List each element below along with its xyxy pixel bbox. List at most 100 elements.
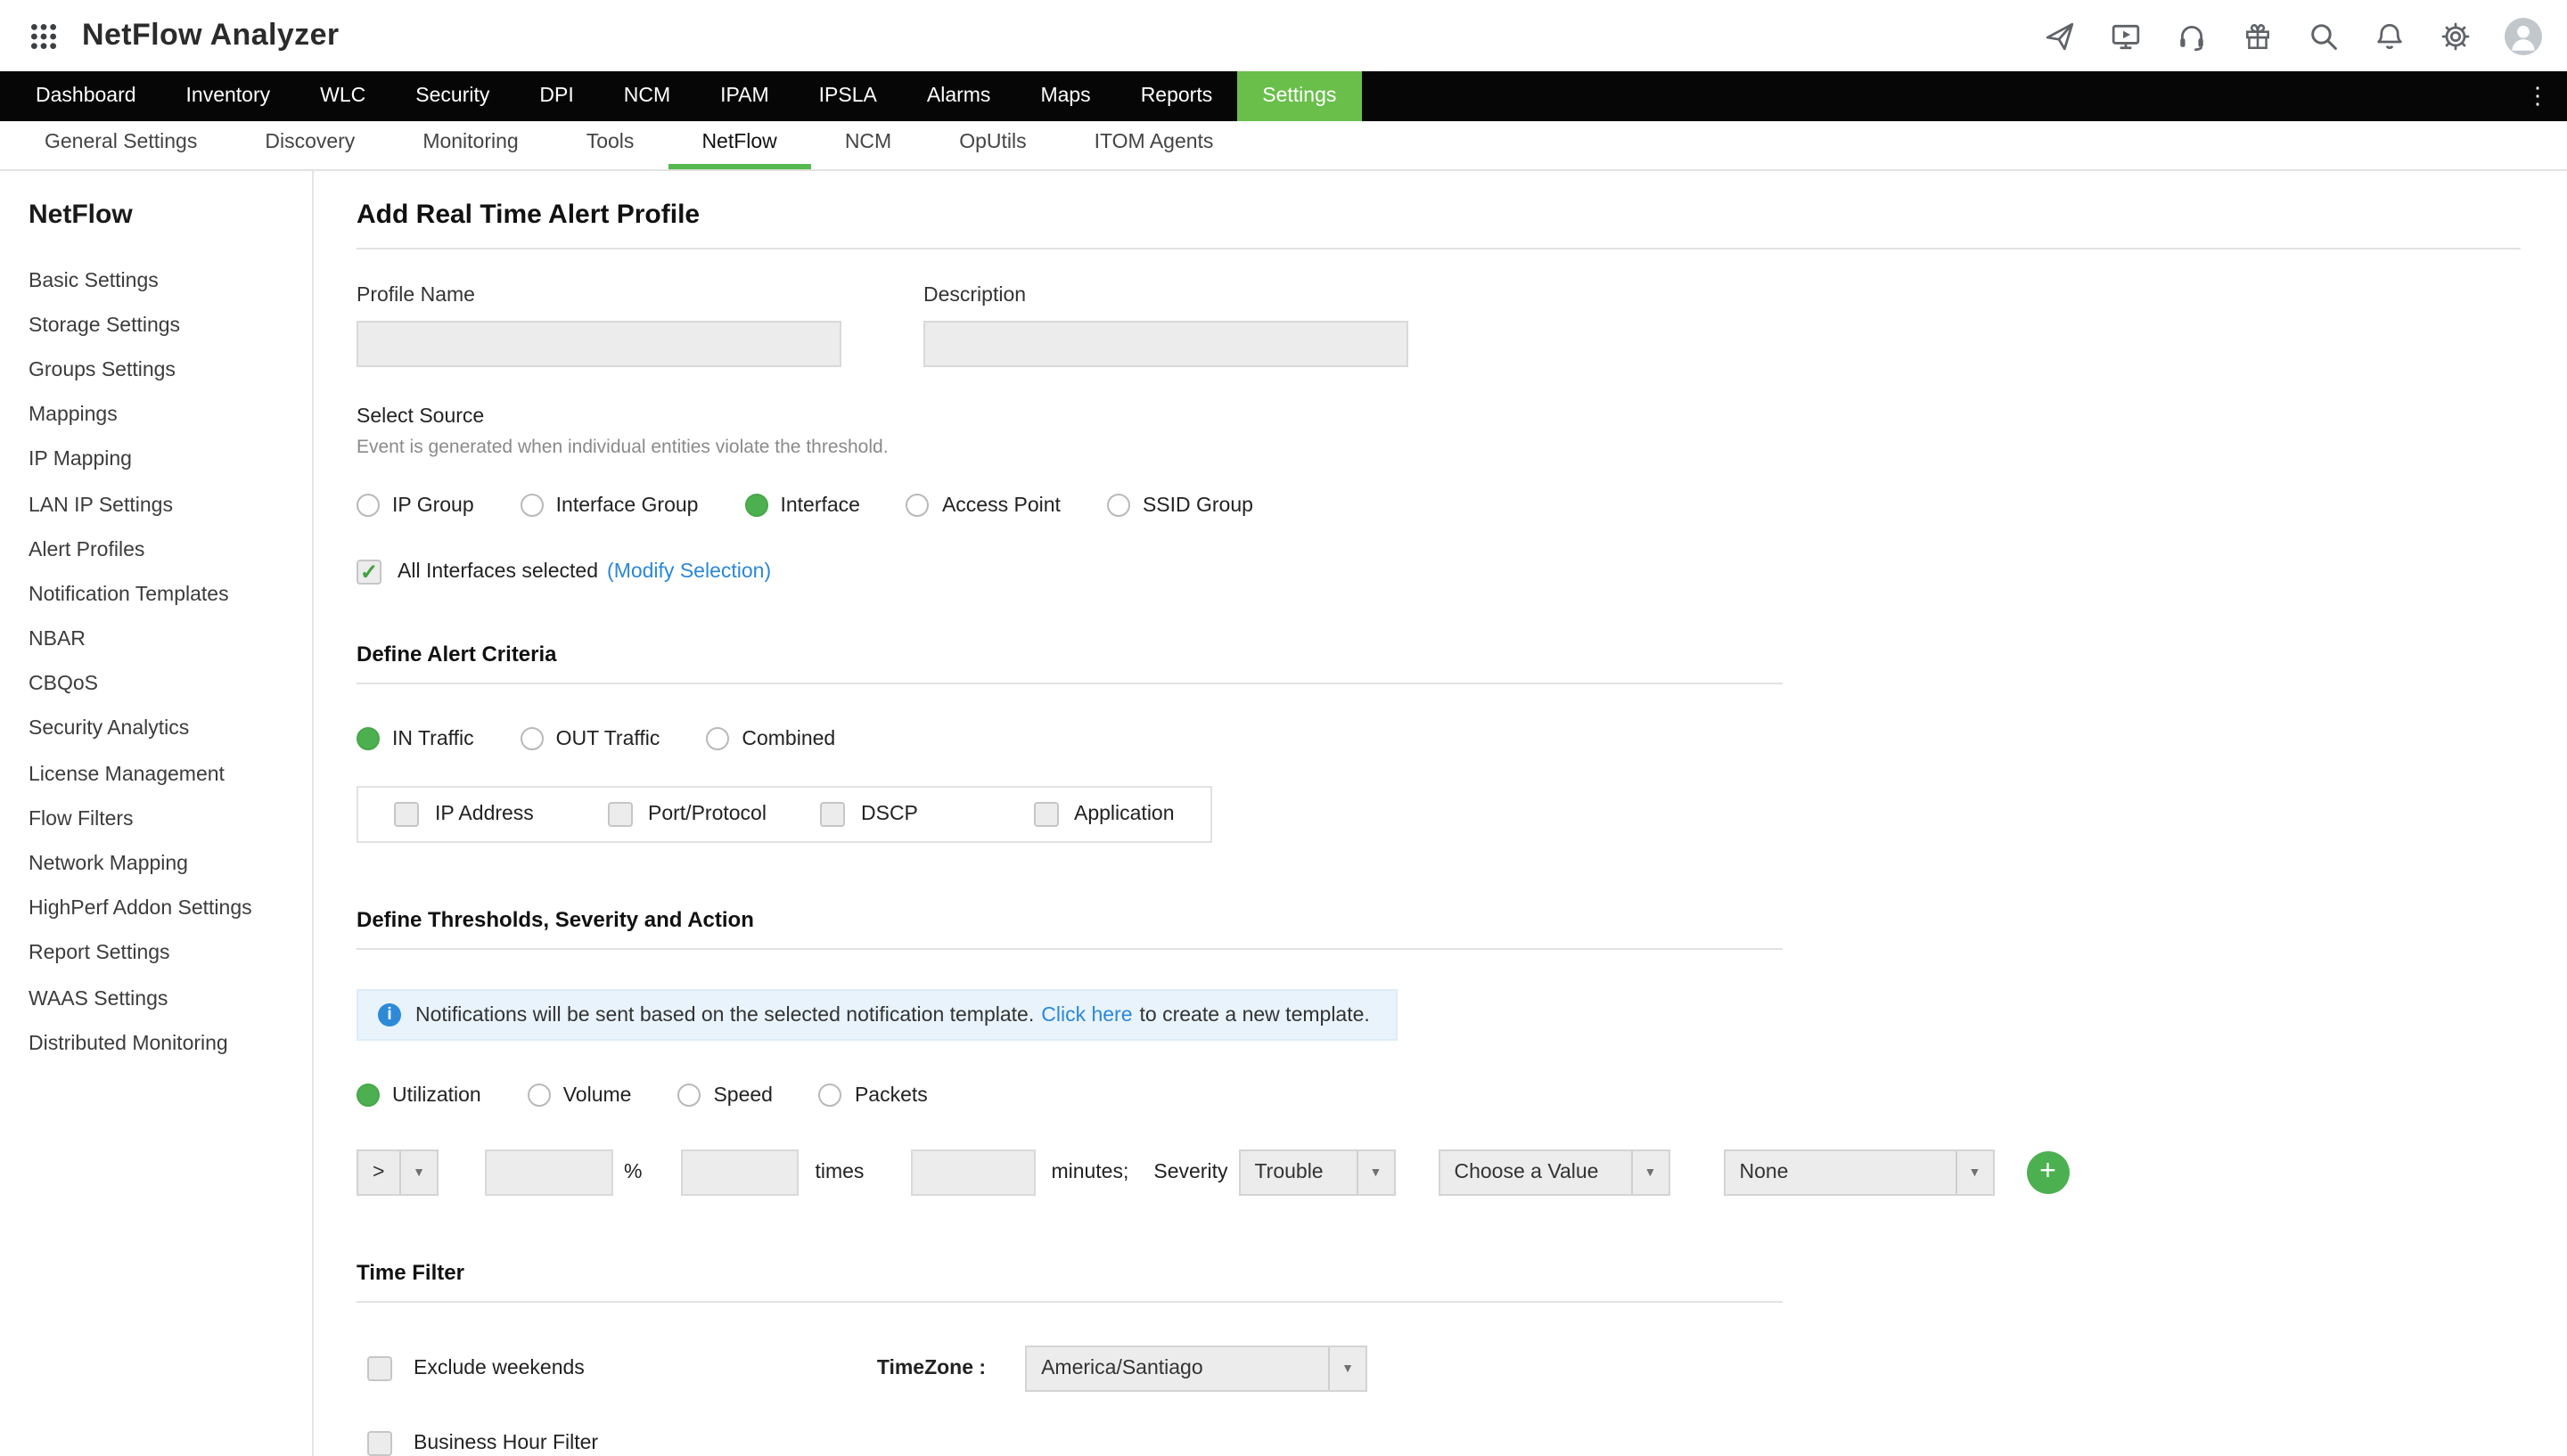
nav-tab-alarms[interactable]: Alarms xyxy=(902,71,1016,121)
all-interfaces-checkbox[interactable] xyxy=(357,560,381,585)
sidebar-item-security-analytics[interactable]: Security Analytics xyxy=(29,708,312,752)
threshold-value-input[interactable] xyxy=(485,1149,613,1196)
criteria-application[interactable]: Application xyxy=(997,802,1210,827)
subnav-tab-itom-agents[interactable]: ITOM Agents xyxy=(1061,121,1248,169)
criteria-ip-address[interactable]: IP Address xyxy=(358,802,571,827)
subnav-tab-ncm[interactable]: NCM xyxy=(811,121,925,169)
sidebar-item-flow-filters[interactable]: Flow Filters xyxy=(29,798,312,842)
nav-tab-maps[interactable]: Maps xyxy=(1015,71,1115,121)
gift-icon[interactable] xyxy=(2241,20,2273,52)
metric-option-speed[interactable]: Speed xyxy=(677,1084,773,1107)
sidebar-item-waas-settings[interactable]: WAAS Settings xyxy=(29,977,312,1021)
traffic-option-combined[interactable]: Combined xyxy=(706,727,835,750)
radio-checked-icon xyxy=(357,727,380,750)
subnav-tab-monitoring[interactable]: Monitoring xyxy=(389,121,552,169)
checkbox-icon xyxy=(394,802,419,827)
sidebar-item-groups-settings[interactable]: Groups Settings xyxy=(29,348,312,393)
radio-icon xyxy=(357,494,380,517)
settings-subnav: General Settings Discovery Monitoring To… xyxy=(0,121,2567,171)
sidebar-item-highperf-addon-settings[interactable]: HighPerf Addon Settings xyxy=(29,887,312,931)
source-option-interface-group[interactable]: Interface Group xyxy=(521,494,699,517)
nav-tab-security[interactable]: Security xyxy=(390,71,514,121)
radio-icon xyxy=(819,1084,842,1107)
sidebar-item-network-mapping[interactable]: Network Mapping xyxy=(29,842,312,887)
exclude-weekends-checkbox[interactable] xyxy=(367,1356,392,1381)
app-window: NetFlow Analyzer xyxy=(0,0,2567,1454)
operator-dropdown[interactable]: > ▼ xyxy=(357,1149,439,1196)
timezone-dropdown[interactable]: America/Santiago ▼ xyxy=(1025,1346,1367,1392)
business-hour-checkbox[interactable] xyxy=(367,1431,392,1456)
nav-tab-dashboard[interactable]: Dashboard xyxy=(11,71,161,121)
criteria-port-protocol[interactable]: Port/Protocol xyxy=(571,802,784,827)
sidebar-item-alert-profiles[interactable]: Alert Profiles xyxy=(29,528,312,572)
threshold-config-row: > ▼ % times minutes; Severity Trouble ▼ … xyxy=(357,1149,2521,1196)
source-option-interface[interactable]: Interface xyxy=(744,494,860,517)
sidebar-item-storage-settings[interactable]: Storage Settings xyxy=(29,303,312,348)
nav-tab-wlc[interactable]: WLC xyxy=(295,71,390,121)
sidebar-item-ip-mapping[interactable]: IP Mapping xyxy=(29,438,312,483)
sidebar-item-lan-ip-settings[interactable]: LAN IP Settings xyxy=(29,483,312,528)
time-filter-heading: Time Filter xyxy=(357,1260,2521,1285)
metric-option-utilization[interactable]: Utilization xyxy=(357,1084,481,1107)
demo-screen-icon[interactable] xyxy=(2109,20,2141,52)
chevron-down-icon: ▼ xyxy=(1955,1151,1992,1194)
subnav-tab-tools[interactable]: Tools xyxy=(553,121,668,169)
add-threshold-button[interactable]: + xyxy=(2026,1151,2069,1194)
subnav-tab-general-settings[interactable]: General Settings xyxy=(11,121,231,169)
criteria-dscp[interactable]: DSCP xyxy=(784,802,997,827)
source-option-ssid-group[interactable]: SSID Group xyxy=(1107,494,1253,517)
sidebar-title: NetFlow xyxy=(29,200,312,230)
subnav-tab-oputils[interactable]: OpUtils xyxy=(925,121,1060,169)
minutes-label: minutes; xyxy=(1051,1162,1128,1183)
metric-option-volume[interactable]: Volume xyxy=(528,1084,632,1107)
sidebar-item-nbar[interactable]: NBAR xyxy=(29,618,312,662)
notice-text: Notifications will be sent based on the … xyxy=(415,1004,1034,1026)
nav-tab-ipsla[interactable]: IPSLA xyxy=(794,71,902,121)
description-label: Description xyxy=(923,285,1408,307)
nav-tab-reports[interactable]: Reports xyxy=(1116,71,1238,121)
sidebar-item-cbqos[interactable]: CBQoS xyxy=(29,662,312,707)
times-input[interactable] xyxy=(681,1149,799,1196)
sidebar-item-notification-templates[interactable]: Notification Templates xyxy=(29,573,312,618)
notifications-bell-icon[interactable] xyxy=(2373,20,2405,52)
apps-grid-icon[interactable] xyxy=(25,18,61,53)
select-source-label: Select Source xyxy=(357,406,2521,428)
sidebar-item-basic-settings[interactable]: Basic Settings xyxy=(29,258,312,303)
metric-option-packets[interactable]: Packets xyxy=(819,1084,928,1107)
minutes-input[interactable] xyxy=(910,1149,1035,1196)
search-icon[interactable] xyxy=(2307,20,2339,52)
traffic-option-in[interactable]: IN Traffic xyxy=(357,727,474,750)
notification-info-banner: i Notifications will be sent based on th… xyxy=(357,989,1398,1041)
nav-overflow-menu-icon[interactable]: ⋮ xyxy=(2508,71,2567,121)
sidebar-item-report-settings[interactable]: Report Settings xyxy=(29,932,312,977)
traffic-option-out[interactable]: OUT Traffic xyxy=(521,727,660,750)
action-dropdown[interactable]: Choose a Value ▼ xyxy=(1438,1149,1669,1196)
source-option-ip-group[interactable]: IP Group xyxy=(357,494,474,517)
source-option-access-point[interactable]: Access Point xyxy=(906,494,1061,517)
sidebar-item-distributed-monitoring[interactable]: Distributed Monitoring xyxy=(29,1021,312,1066)
modify-selection-link[interactable]: (Modify Selection) xyxy=(607,561,771,583)
rocket-icon[interactable] xyxy=(2043,20,2075,52)
nav-tab-settings[interactable]: Settings xyxy=(1237,71,1361,121)
headset-icon[interactable] xyxy=(2175,20,2207,52)
severity-dropdown[interactable]: Trouble ▼ xyxy=(1238,1149,1395,1196)
radio-checked-icon xyxy=(357,1084,380,1107)
description-input[interactable] xyxy=(923,321,1408,367)
nav-tab-dpi[interactable]: DPI xyxy=(514,71,598,121)
notification-template-dropdown[interactable]: None ▼ xyxy=(1723,1149,1994,1196)
sidebar-item-license-management[interactable]: License Management xyxy=(29,752,312,797)
info-icon: i xyxy=(378,1003,401,1027)
subnav-tab-netflow[interactable]: NetFlow xyxy=(668,121,810,169)
click-here-link[interactable]: Click here xyxy=(1041,1004,1132,1026)
sidebar-item-mappings[interactable]: Mappings xyxy=(29,393,312,438)
alert-criteria-heading: Define Alert Criteria xyxy=(357,642,2521,667)
time-filter-divider xyxy=(357,1301,1783,1303)
nav-tab-inventory[interactable]: Inventory xyxy=(161,71,296,121)
subnav-tab-discovery[interactable]: Discovery xyxy=(231,121,389,169)
nav-tab-ipam[interactable]: IPAM xyxy=(695,71,794,121)
source-radio-group: IP Group Interface Group Interface Acces… xyxy=(357,494,2521,517)
nav-tab-ncm[interactable]: NCM xyxy=(599,71,695,121)
user-avatar[interactable] xyxy=(2505,17,2542,54)
profile-name-input[interactable] xyxy=(357,321,841,367)
settings-gear-icon[interactable] xyxy=(2439,20,2471,52)
